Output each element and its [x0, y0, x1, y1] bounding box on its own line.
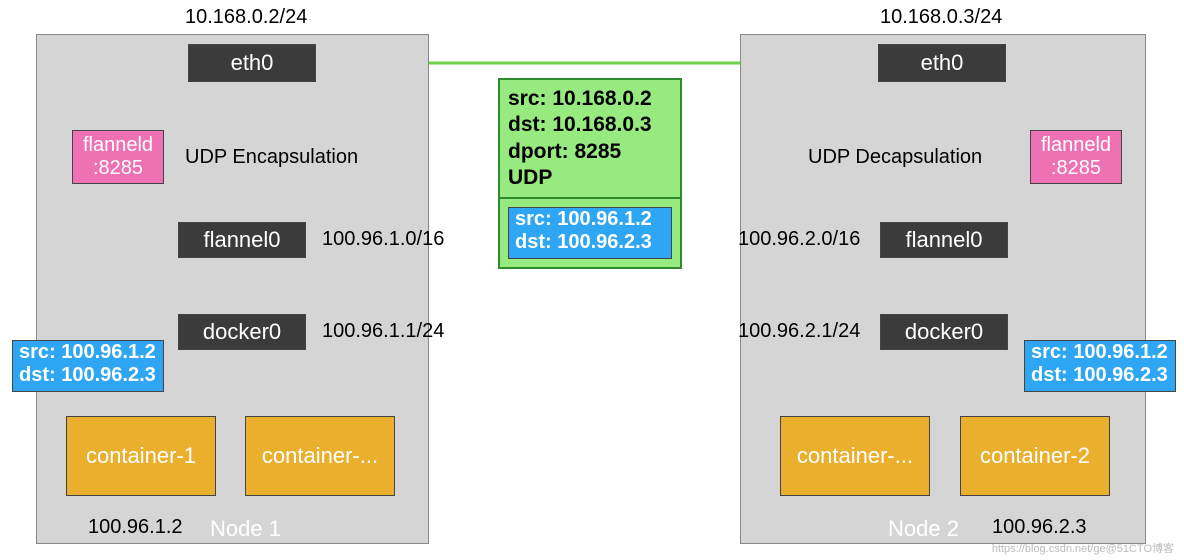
node2-container2-ip: 100.96.2.3: [992, 516, 1087, 539]
node1-eth0: eth0: [188, 44, 316, 82]
watermark: https://blog.csdn.net/ge@51CTO博客: [992, 540, 1174, 556]
node2-eth0: eth0: [878, 44, 1006, 82]
encap-inner-packet: src: 100.96.1.2 dst: 100.96.2.3: [508, 207, 672, 259]
node1-eth0-ip: 10.168.0.2/24: [185, 6, 307, 29]
node2-flannel0-ip: 100.96.2.0/16: [738, 228, 860, 251]
node2-eth0-ip: 10.168.0.3/24: [880, 6, 1002, 29]
encap-packet-box: src: 10.168.0.2 dst: 10.168.0.3 dport: 8…: [498, 78, 682, 269]
node1-docker0: docker0: [178, 314, 306, 350]
node1-flannel0: flannel0: [178, 222, 306, 258]
node1-title: Node 1: [210, 516, 281, 542]
node2-flanneld: flanneld :8285: [1030, 130, 1122, 184]
node2-docker0-ip: 100.96.2.1/24: [738, 320, 860, 343]
node1-container-2: container-...: [245, 416, 395, 496]
node1-flanneld: flanneld :8285: [72, 130, 164, 184]
encap-outer-header: src: 10.168.0.2 dst: 10.168.0.3 dport: 8…: [500, 80, 680, 199]
node1-flanneld-caption: UDP Encapsulation: [185, 146, 358, 169]
node1-flannel0-ip: 100.96.1.0/16: [322, 228, 444, 251]
node2-container-1: container-...: [780, 416, 930, 496]
node2-container-2: container-2: [960, 416, 1110, 496]
node2-flanneld-caption: UDP Decapsulation: [808, 146, 982, 169]
node2-docker0: docker0: [880, 314, 1008, 350]
node1-container-1: container-1: [66, 416, 216, 496]
node1-docker0-ip: 100.96.1.1/24: [322, 320, 444, 343]
node1-container1-ip: 100.96.1.2: [88, 516, 183, 539]
node2-title: Node 2: [888, 516, 959, 542]
node2-packet-in: src: 100.96.1.2 dst: 100.96.2.3: [1024, 340, 1176, 392]
node2-flannel0: flannel0: [880, 222, 1008, 258]
node1-packet-out: src: 100.96.1.2 dst: 100.96.2.3: [12, 340, 164, 392]
